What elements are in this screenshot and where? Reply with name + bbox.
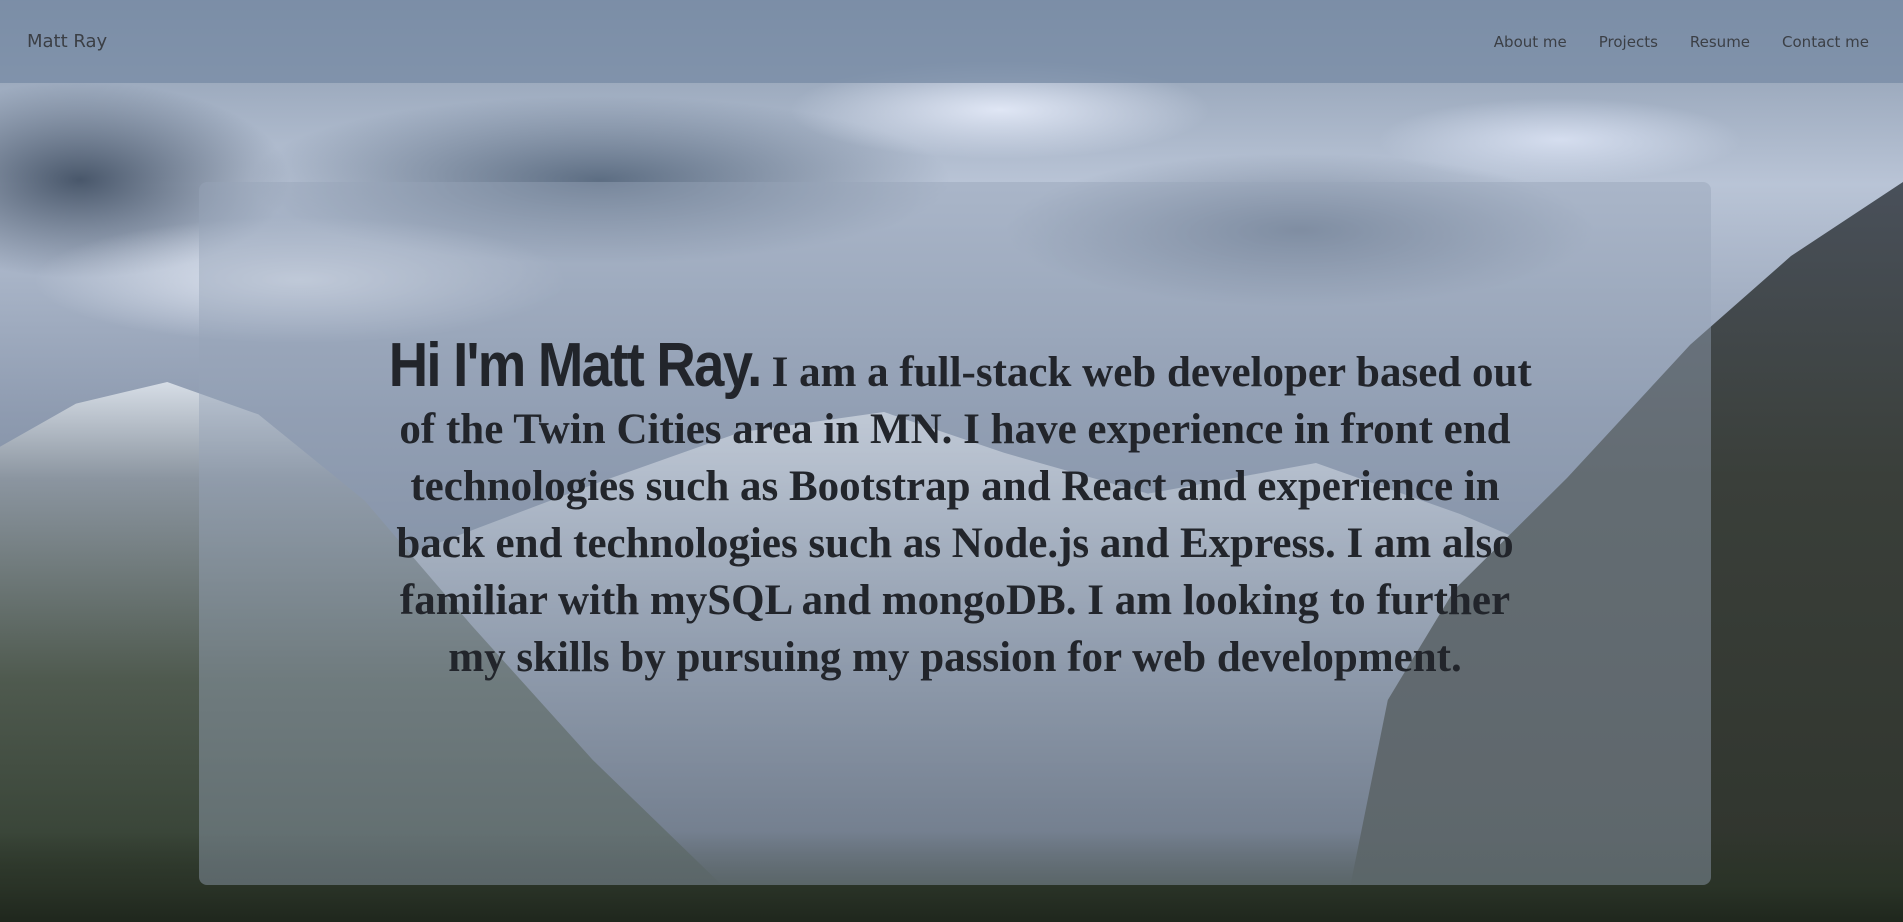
nav-link-resume[interactable]: Resume xyxy=(1674,33,1766,51)
hero-greeting: Hi I'm Matt Ray. xyxy=(389,331,763,400)
top-navbar: Matt Ray About me Projects Resume Contac… xyxy=(0,0,1903,83)
brand-link[interactable]: Matt Ray xyxy=(27,31,107,52)
hero-intro: Hi I'm Matt Ray. I am a full-stack web d… xyxy=(375,331,1535,686)
nav-link-about-me[interactable]: About me xyxy=(1478,33,1583,51)
nav-links: About me Projects Resume Contact me xyxy=(1478,33,1885,51)
hero-card: Hi I'm Matt Ray. I am a full-stack web d… xyxy=(199,182,1711,885)
nav-link-projects[interactable]: Projects xyxy=(1583,33,1674,51)
nav-link-contact-me[interactable]: Contact me xyxy=(1766,33,1885,51)
